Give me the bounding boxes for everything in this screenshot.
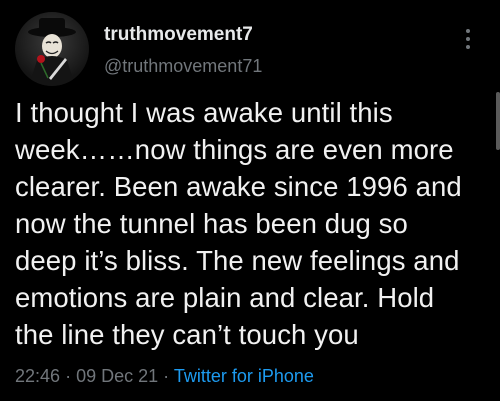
tweet-text: I thought I was awake until this week……n… bbox=[15, 94, 490, 353]
display-name[interactable]: truthmovement7 bbox=[104, 24, 253, 46]
tweet-line: clearer. Been awake since 1996 and bbox=[15, 171, 462, 202]
tweet-card: truthmovement7 @truthmovement71 I though… bbox=[0, 0, 500, 401]
tweet-line: deep it’s bliss. The new feelings and bbox=[15, 245, 460, 276]
avatar[interactable] bbox=[15, 12, 89, 86]
meta-separator: · bbox=[65, 366, 72, 386]
more-vertical-icon[interactable] bbox=[458, 24, 478, 54]
user-handle[interactable]: @truthmovement71 bbox=[104, 56, 262, 77]
tweet-line: now the tunnel has been dug so bbox=[15, 208, 408, 239]
tweet-line: week……now things are even more bbox=[15, 134, 454, 165]
more-dot bbox=[466, 29, 470, 33]
scrollbar[interactable] bbox=[496, 92, 500, 150]
tweet-line: I thought I was awake until this bbox=[15, 97, 393, 128]
masked-figure-with-rose-avatar bbox=[28, 18, 76, 86]
tweet-line: the line they can’t touch you bbox=[15, 319, 359, 350]
more-dot bbox=[466, 45, 470, 49]
tweet-time[interactable]: 22:46 bbox=[15, 366, 60, 386]
tweet-source-link[interactable]: Twitter for iPhone bbox=[174, 366, 314, 386]
tweet-date[interactable]: 09 Dec 21 bbox=[76, 366, 158, 386]
meta-separator: · bbox=[163, 366, 170, 386]
tweet-meta: 22:46 · 09 Dec 21 · Twitter for iPhone bbox=[15, 366, 314, 387]
tweet-line: emotions are plain and clear. Hold bbox=[15, 282, 435, 313]
more-dot bbox=[466, 37, 470, 41]
